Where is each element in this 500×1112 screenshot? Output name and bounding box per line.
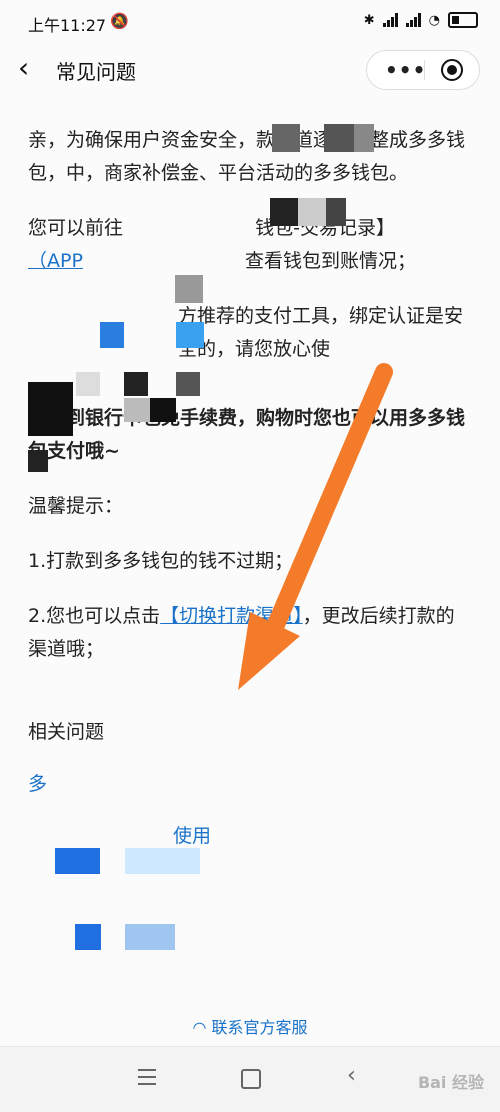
status-time: 上午11:27 xyxy=(28,16,107,35)
back-nav-icon[interactable]: ‹ xyxy=(347,1063,356,1088)
chevron-left-icon[interactable]: ‹ xyxy=(18,54,44,84)
redaction-3 xyxy=(175,275,205,303)
signal-icon xyxy=(382,13,398,27)
signal-icon-2 xyxy=(405,13,421,27)
paragraph-2-c: 查看钱包到账情况； xyxy=(245,250,417,272)
faq-content: 亲，为确保用户资金安全，款渠道逐步调整成多多钱包，中，商家补偿金、平台活动的多多… xyxy=(28,124,468,872)
status-bar: 上午11:27 🔕 ✱ ◔ xyxy=(0,0,500,44)
contact-service-button[interactable]: ◠ 联系官方客服 xyxy=(0,1014,500,1038)
tip-1: 1.打款到多多钱包的钱不过期； xyxy=(28,550,294,572)
redaction-5 xyxy=(28,372,208,472)
miniprogram-capsule: ••• xyxy=(366,50,480,90)
close-icon[interactable] xyxy=(441,59,463,81)
app-link[interactable]: （APP xyxy=(28,250,83,272)
related-title: 相关问题 xyxy=(28,721,105,743)
header: ‹ 常见问题 ••• xyxy=(0,44,500,96)
redaction-7 xyxy=(75,924,185,952)
redaction-1 xyxy=(272,124,374,154)
watermark: Bai 经验 xyxy=(417,1073,484,1092)
home-icon[interactable] xyxy=(241,1069,261,1089)
bluetooth-icon: ✱ xyxy=(363,12,375,28)
mute-icon: 🔕 xyxy=(110,12,129,30)
redaction-6 xyxy=(55,848,205,876)
redaction-4 xyxy=(100,322,210,350)
page-title: 常见问题 xyxy=(56,60,136,84)
paragraph-2-a: 您可以前往 xyxy=(28,217,124,239)
capsule-divider xyxy=(424,60,425,80)
tip-title: 温馨提示： xyxy=(28,495,124,517)
paragraph-1: 亲，为确保用户资金安全，款渠道逐步调整成多多钱包，中，商家补偿金、平台活动的多多… xyxy=(28,129,466,184)
paragraph-2: 您可以前往 钱包-交易记录】 （APP 查看钱包到账情况； xyxy=(28,212,468,278)
page: 上午11:27 🔕 ✱ ◔ ‹ 常见问题 ••• 亲，为确保用户资金安全，款渠道… xyxy=(0,0,500,1112)
tip-2: 2.您也可以点击【切换打款渠道】，更改后续打款的渠道哦； xyxy=(28,600,468,666)
contact-label: 联系官方客服 xyxy=(211,1018,308,1037)
battery-icon xyxy=(448,12,478,28)
related-item-1[interactable]: 多 xyxy=(28,768,468,801)
redaction-2 xyxy=(270,198,346,226)
tip-2-a: 2.您也可以点击 xyxy=(28,605,161,627)
system-nav-bar: ‹ Bai 经验 xyxy=(0,1046,500,1112)
menu-icon[interactable] xyxy=(138,1069,156,1090)
status-icons: ✱ ◔ xyxy=(364,12,478,28)
headset-icon: ◠ xyxy=(192,1018,207,1037)
wifi-icon: ◔ xyxy=(428,12,440,28)
paragraph-3: 方推荐的支付工具，绑定认证是安全的，请您放心使 xyxy=(178,305,464,360)
more-icon[interactable]: ••• xyxy=(385,58,426,82)
switch-channel-link[interactable]: 【切换打款渠道】 xyxy=(160,605,303,627)
